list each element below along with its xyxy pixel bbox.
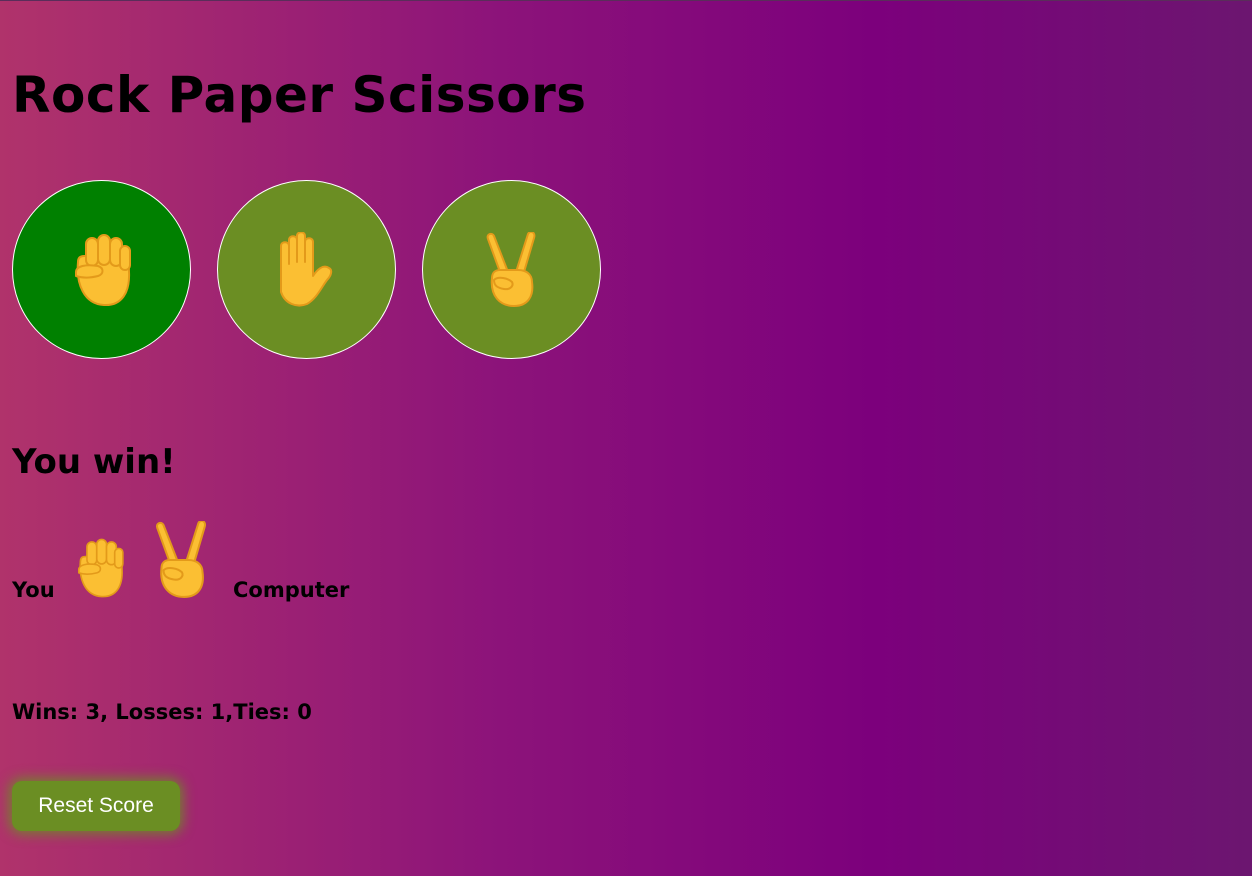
raised-hand-icon: [279, 231, 332, 306]
raised-fist-icon: [74, 233, 131, 306]
rock-button[interactable]: [12, 180, 191, 359]
score-display: Wins: 3, Losses: 1,Ties: 0: [12, 700, 312, 724]
raised-fist-icon: [77, 538, 124, 598]
moves-display: You Computer: [12, 521, 412, 605]
paper-button[interactable]: [217, 180, 396, 359]
victory-hand-icon: [486, 231, 535, 307]
computer-label: Computer: [233, 578, 350, 602]
scissors-button[interactable]: [422, 180, 601, 359]
reset-score-button[interactable]: Reset Score: [12, 781, 180, 831]
you-label: You: [12, 578, 55, 602]
victory-hand-icon: [155, 521, 207, 598]
page-title: Rock Paper Scissors: [12, 66, 587, 124]
result-message: You win!: [12, 442, 176, 482]
